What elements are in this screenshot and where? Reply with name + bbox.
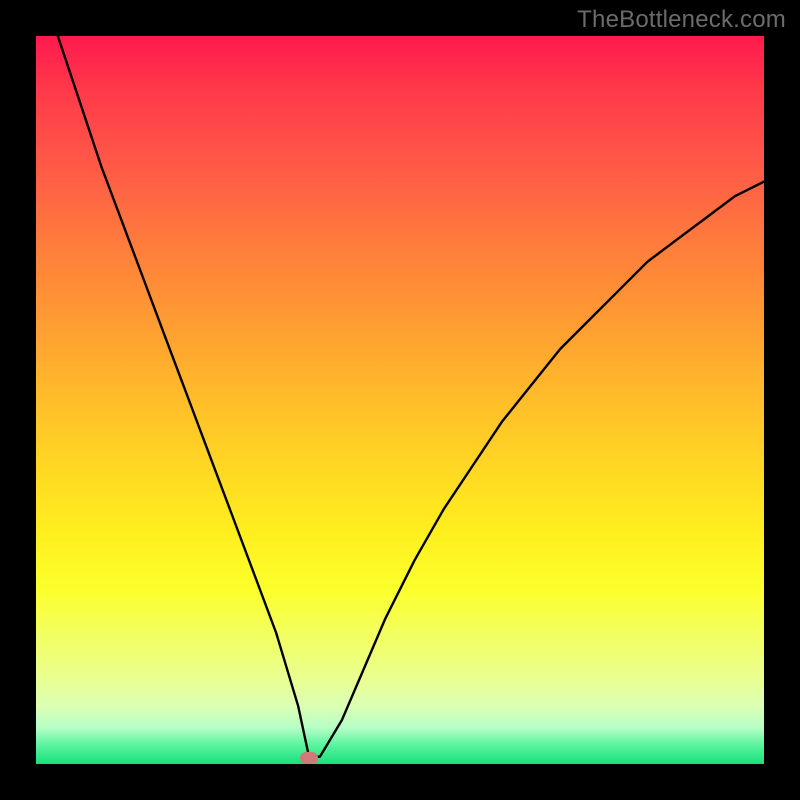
bottleneck-curve (36, 36, 764, 764)
plot-area (36, 36, 764, 764)
chart-frame: TheBottleneck.com (0, 0, 800, 800)
minimum-marker (300, 752, 318, 764)
watermark-text: TheBottleneck.com (577, 6, 786, 34)
